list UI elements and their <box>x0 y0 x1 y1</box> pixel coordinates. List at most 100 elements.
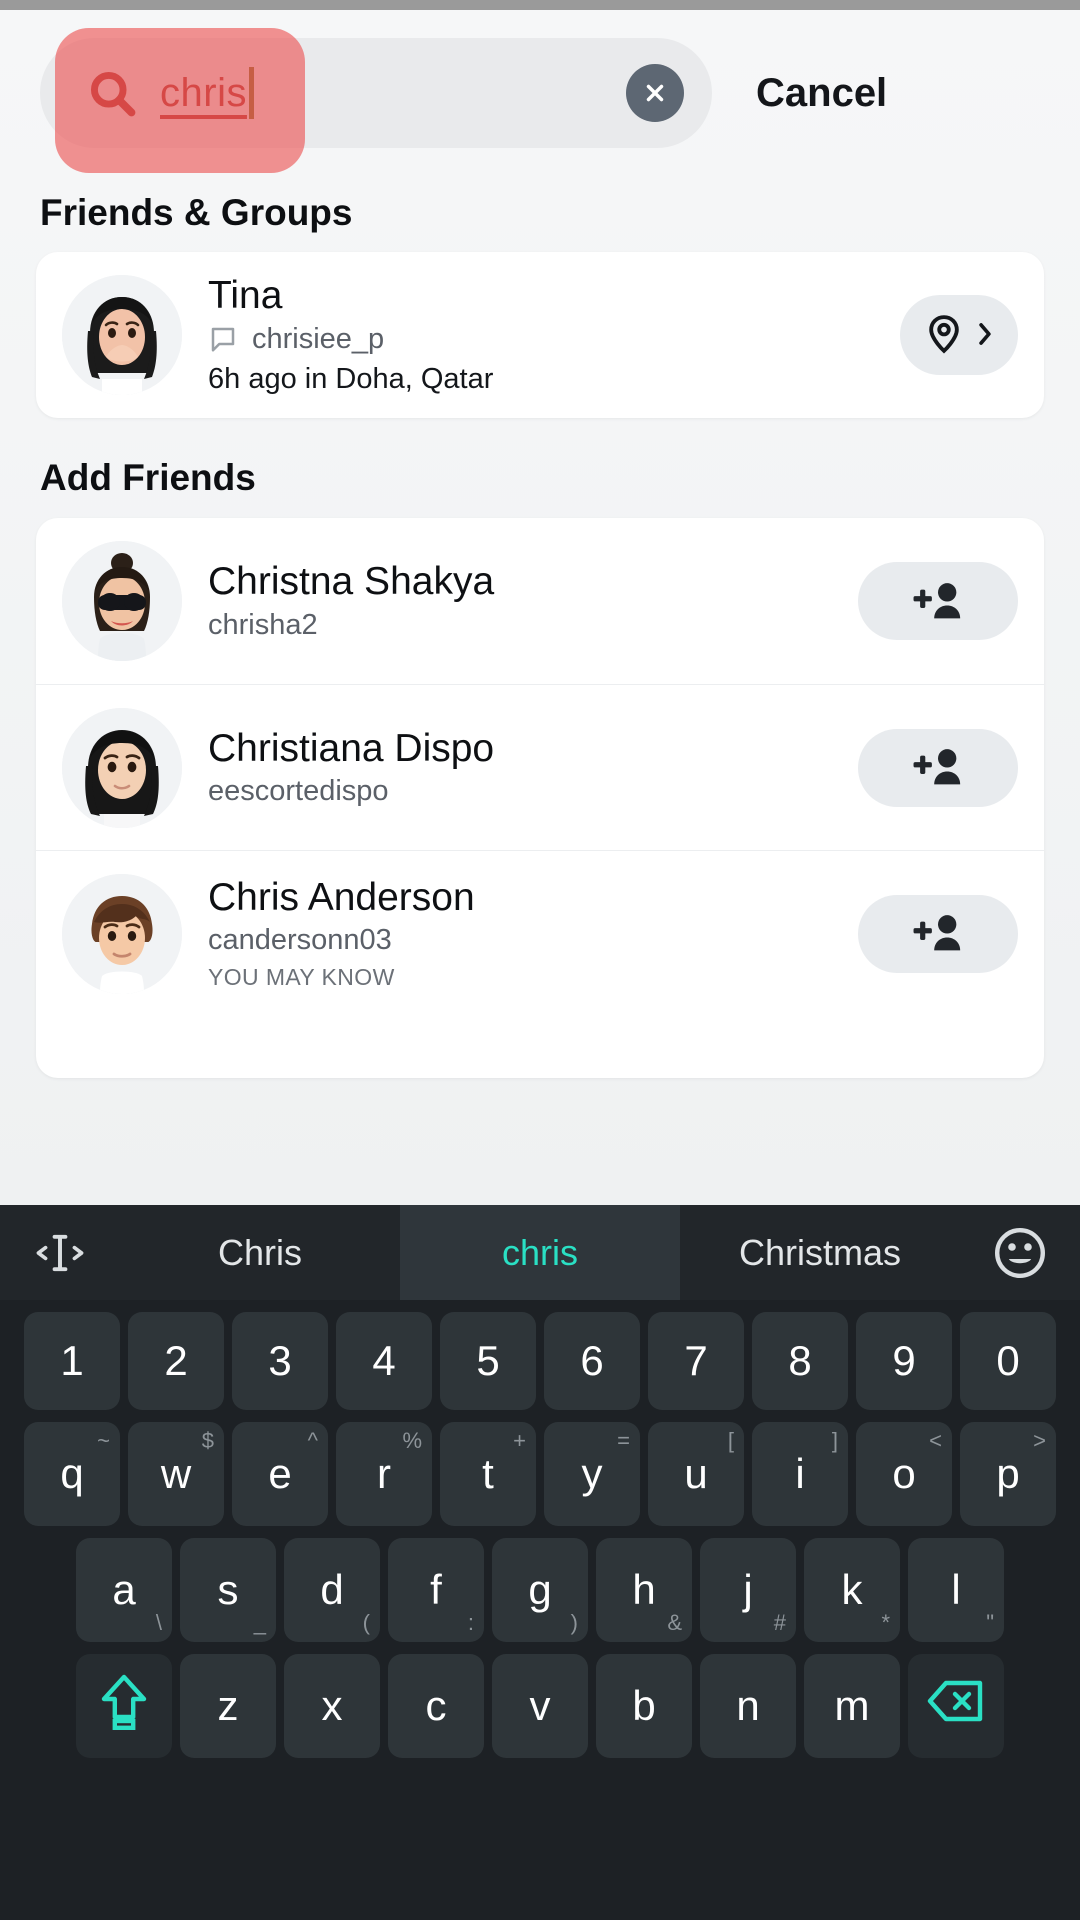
key-w[interactable]: $ w <box>128 1422 224 1526</box>
key-label: z <box>217 1682 239 1729</box>
key-p[interactable]: > p <box>960 1422 1056 1526</box>
search-icon <box>86 67 138 119</box>
key-label: m <box>834 1682 870 1729</box>
key-label: r <box>377 1450 391 1497</box>
key-alt: ] <box>831 1428 838 1453</box>
keyboard-row-asdf: a \ s _ d( f: g) h & j # k * l " <box>0 1538 1080 1642</box>
key-y[interactable]: = y <box>544 1422 640 1526</box>
key-x[interactable]: x <box>284 1654 380 1758</box>
key-label: a <box>112 1566 136 1613</box>
key-q[interactable]: ~ q <box>24 1422 120 1526</box>
clear-search-button[interactable] <box>626 64 684 122</box>
location-pin-icon <box>922 312 966 359</box>
key-alt: & <box>667 1610 682 1635</box>
add-friend-username: candersonn03 <box>208 924 392 957</box>
key-l[interactable]: l " <box>908 1538 1004 1642</box>
key-alt: = <box>617 1428 630 1453</box>
friend-row-tina[interactable]: Tina chrisiee_p 6h ago in Doha, Qatar <box>36 252 1044 418</box>
key-label: x <box>321 1682 343 1729</box>
key-3[interactable]: 3 <box>232 1312 328 1410</box>
key-label: i <box>795 1450 805 1497</box>
key-5[interactable]: 5 <box>440 1312 536 1410</box>
key-g[interactable]: g) <box>492 1538 588 1642</box>
key-k[interactable]: k * <box>804 1538 900 1642</box>
key-alt: \ <box>155 1610 162 1635</box>
key-label: e <box>268 1450 292 1497</box>
key-7[interactable]: 7 <box>648 1312 744 1410</box>
add-friend-row[interactable]: Christna Shakya chrisha2 <box>36 518 1044 684</box>
add-friend-info: Christiana Dispo eescortedispo <box>208 727 858 809</box>
key-n[interactable]: n <box>700 1654 796 1758</box>
text-cursor-move-icon[interactable] <box>0 1226 120 1280</box>
add-friend-button[interactable] <box>858 894 1018 973</box>
key-u[interactable]: [u <box>648 1422 744 1526</box>
key-a[interactable]: a \ <box>76 1538 172 1642</box>
key-label: l <box>951 1566 961 1613</box>
key-alt: _ <box>253 1610 266 1635</box>
keyboard-row-zxcv: z x c v b n m <box>0 1654 1080 1758</box>
key-label: w <box>160 1450 192 1497</box>
close-icon <box>646 84 664 102</box>
friend-username: chrisiee_p <box>252 322 385 355</box>
key-2[interactable]: 2 <box>128 1312 224 1410</box>
suggestion-chip-active[interactable]: chris <box>400 1205 680 1300</box>
friend-username-row: chrisiee_p <box>208 323 900 356</box>
shift-key[interactable] <box>76 1654 172 1758</box>
suggestion-chip[interactable]: Chris <box>120 1205 400 1300</box>
key-d[interactable]: d( <box>284 1538 380 1642</box>
add-friends-header: Add Friends <box>40 457 256 498</box>
key-label: y <box>581 1450 603 1497</box>
key-f[interactable]: f: <box>388 1538 484 1642</box>
key-8[interactable]: 8 <box>752 1312 848 1410</box>
key-m[interactable]: m <box>804 1654 900 1758</box>
emoji-face-icon[interactable] <box>960 1225 1080 1281</box>
key-alt: # <box>773 1610 786 1635</box>
chat-bubble-icon <box>208 324 238 354</box>
add-friend-row[interactable]: Christiana Dispo eescortedispo <box>36 684 1044 850</box>
key-s[interactable]: s _ <box>180 1538 276 1642</box>
shift-arrow-icon <box>96 1671 152 1741</box>
add-friend-name: Chris Anderson <box>208 875 475 919</box>
key-1[interactable]: 1 <box>24 1312 120 1410</box>
key-j[interactable]: j # <box>700 1538 796 1642</box>
key-0[interactable]: 0 <box>960 1312 1056 1410</box>
key-9[interactable]: 9 <box>856 1312 952 1410</box>
key-alt: ^ <box>307 1428 318 1453</box>
text-caret <box>248 67 254 119</box>
key-v[interactable]: v <box>492 1654 588 1758</box>
cancel-button[interactable]: Cancel <box>756 71 887 116</box>
add-friend-info: Christna Shakya chrisha2 <box>208 560 858 642</box>
key-label: p <box>996 1450 1020 1497</box>
key-t[interactable]: + t <box>440 1422 536 1526</box>
key-label: g <box>528 1566 552 1613</box>
search-input[interactable]: chris <box>40 38 712 148</box>
key-h[interactable]: h & <box>596 1538 692 1642</box>
friend-name: Tina <box>208 274 283 318</box>
key-alt: * <box>881 1610 890 1635</box>
key-label: v <box>529 1682 551 1729</box>
key-label: s <box>217 1566 239 1613</box>
key-z[interactable]: z <box>180 1654 276 1758</box>
key-alt: " <box>986 1610 994 1635</box>
key-4[interactable]: 4 <box>336 1312 432 1410</box>
add-friend-row[interactable]: Chris Anderson candersonn03 YOU MAY KNOW <box>36 850 1044 1016</box>
view-on-map-button[interactable] <box>900 295 1018 375</box>
add-friend-info: Chris Anderson candersonn03 YOU MAY KNOW <box>208 876 858 992</box>
key-i[interactable]: ] i <box>752 1422 848 1526</box>
key-label: f <box>430 1566 442 1613</box>
key-b[interactable]: b <box>596 1654 692 1758</box>
key-e[interactable]: ^ e <box>232 1422 328 1526</box>
add-friend-button[interactable] <box>858 562 1018 640</box>
key-r[interactable]: % r <box>336 1422 432 1526</box>
search-query-text: chris <box>160 70 247 115</box>
suggestion-chip[interactable]: Christmas <box>680 1205 960 1300</box>
key-o[interactable]: < o <box>856 1422 952 1526</box>
key-6[interactable]: 6 <box>544 1312 640 1410</box>
backspace-key[interactable] <box>908 1654 1004 1758</box>
status-bar <box>0 0 1080 10</box>
keyboard-row-qwerty: ~ q $ w ^ e % r + t = y [u ] i < o > p <box>0 1422 1080 1526</box>
add-friend-name: Christiana Dispo <box>208 726 495 770</box>
add-friend-button[interactable] <box>858 728 1018 807</box>
key-label: o <box>892 1450 916 1497</box>
key-c[interactable]: c <box>388 1654 484 1758</box>
